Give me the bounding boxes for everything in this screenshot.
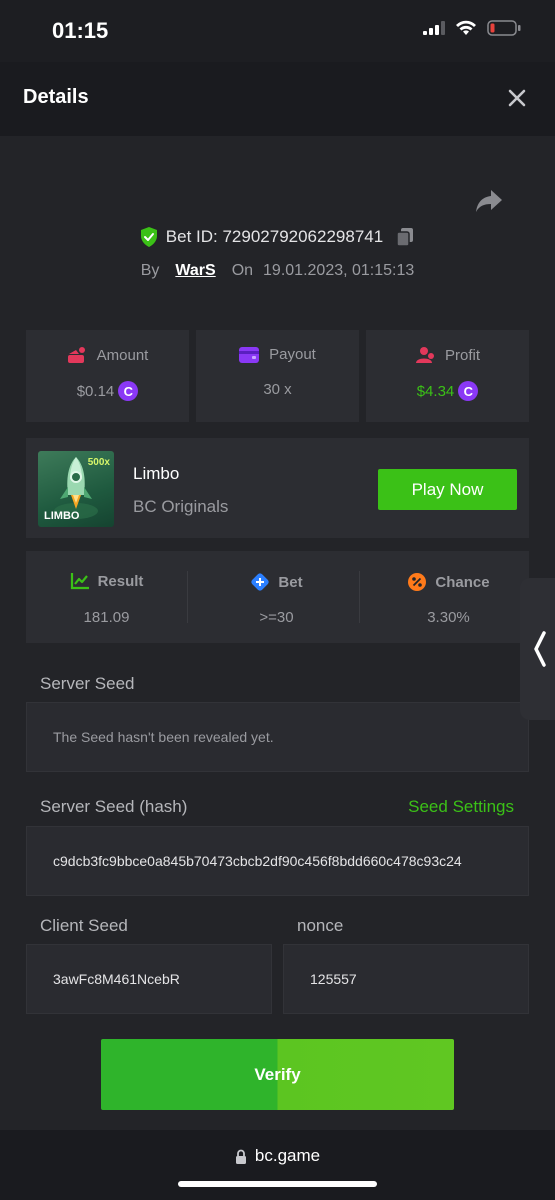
- coin-icon: C: [458, 381, 479, 401]
- client-seed-field[interactable]: 3awFc8M461NcebR: [26, 944, 272, 1014]
- profit-label: Profit: [444, 346, 480, 364]
- home-indicator[interactable]: [178, 1181, 377, 1187]
- on-label: On: [231, 262, 254, 279]
- page-title: Details: [23, 86, 89, 108]
- game-name: Limbo: [133, 464, 180, 483]
- share-icon[interactable]: [474, 188, 504, 214]
- amount-card: Amount $0.14 C: [26, 330, 189, 422]
- client-seed-label: Client Seed: [40, 916, 128, 935]
- nonce-field[interactable]: 125557: [283, 944, 529, 1014]
- server-seed-hash-field[interactable]: c9dcb3fc9bbce0a845b70473cbcb2df90c456f8b…: [26, 826, 529, 896]
- bet-value: >=30: [259, 609, 294, 626]
- bet-details-panel: Bet ID: 72902792062298741 By WarS On 19.…: [0, 136, 555, 1130]
- bet-col: Bet >=30: [196, 551, 357, 643]
- verified-shield-icon: [140, 227, 157, 247]
- side-drawer-tab[interactable]: [520, 578, 555, 720]
- payout-label: Payout: [269, 346, 316, 363]
- chance-value: 3.30%: [427, 609, 470, 626]
- bet-label: Bet: [278, 573, 303, 591]
- profit-value: $4.34: [416, 382, 455, 400]
- wallet-icon: [239, 346, 260, 363]
- cellular-signal-icon: [423, 21, 445, 35]
- limbo-thumbnail[interactable]: 500x LIMBO: [38, 451, 114, 527]
- browser-bar: bc.game: [0, 1130, 555, 1200]
- divider: [187, 571, 188, 623]
- chance-label: Chance: [435, 573, 490, 591]
- amount-label-row: Amount: [26, 346, 189, 364]
- percent-icon: [408, 573, 427, 591]
- result-label: Result: [97, 572, 144, 590]
- game-provider: BC Originals: [133, 497, 229, 516]
- result-row: Result 181.09 Bet >=30 Chance 3.30%: [26, 551, 529, 643]
- amount-icon: [67, 347, 85, 363]
- profit-card: Profit $4.34 C: [366, 330, 529, 422]
- nonce-label: nonce: [297, 916, 344, 935]
- close-icon[interactable]: [505, 86, 529, 110]
- details-header: Details: [0, 62, 555, 136]
- result-value: 181.09: [83, 609, 130, 626]
- thumb-badge: 500x: [87, 457, 110, 468]
- server-seed-hash-value: c9dcb3fc9bbce0a845b70473cbcb2df90c456f8b…: [53, 853, 462, 869]
- battery-low-icon: [487, 20, 521, 36]
- amount-value: $0.14: [76, 382, 115, 400]
- status-icons: [423, 20, 521, 36]
- payout-card: Payout 30 x: [196, 330, 359, 422]
- game-row: 500x LIMBO Limbo BC Originals Play Now: [26, 438, 529, 538]
- chance-label-row: Chance: [368, 572, 529, 592]
- amount-value-row: $0.14 C: [26, 381, 189, 401]
- server-seed-field[interactable]: The Seed hasn't been revealed yet.: [26, 702, 529, 772]
- bet-id-row: Bet ID: 72902792062298741: [0, 227, 555, 247]
- chance-col: Chance 3.30%: [368, 551, 529, 643]
- user-link[interactable]: WarS: [175, 262, 215, 280]
- payout-value: 30 x: [263, 381, 292, 398]
- payout-label-row: Payout: [196, 346, 359, 363]
- bet-date: 19.01.2023, 01:15:13: [263, 262, 415, 279]
- thumb-title: LIMBO: [44, 510, 80, 522]
- lock-icon: [235, 1149, 246, 1164]
- profit-icon: [415, 347, 434, 363]
- profit-label-row: Profit: [366, 346, 529, 364]
- wifi-icon: [456, 20, 476, 35]
- server-seed-label: Server Seed: [40, 674, 135, 693]
- by-label: By: [140, 262, 160, 279]
- bet-meta-row: By WarS On 19.01.2023, 01:15:13: [0, 262, 555, 280]
- chevron-left-icon: [534, 631, 546, 667]
- bet-diamond-icon: [251, 573, 270, 591]
- bet-label-row: Bet: [196, 572, 357, 592]
- divider: [359, 571, 360, 623]
- status-bar: 01:15: [0, 0, 555, 62]
- url-text: bc.game: [254, 1146, 321, 1165]
- play-now-button[interactable]: Play Now: [378, 469, 517, 510]
- result-label-row: Result: [26, 572, 187, 590]
- verify-button[interactable]: Verify: [101, 1039, 454, 1110]
- bet-id: Bet ID: 72902792062298741: [165, 227, 384, 246]
- seed-settings-link[interactable]: Seed Settings: [408, 797, 514, 817]
- status-time: 01:15: [52, 18, 109, 43]
- profit-value-row: $4.34 C: [366, 381, 529, 401]
- coin-icon: C: [118, 381, 139, 401]
- copy-icon[interactable]: [395, 227, 415, 247]
- result-chart-icon: [70, 573, 89, 590]
- amount-label: Amount: [96, 346, 149, 364]
- result-col: Result 181.09: [26, 551, 187, 643]
- server-seed-hash-label: Server Seed (hash): [40, 797, 188, 816]
- payout-value-row: 30 x: [196, 381, 359, 398]
- url-row[interactable]: bc.game: [0, 1146, 555, 1166]
